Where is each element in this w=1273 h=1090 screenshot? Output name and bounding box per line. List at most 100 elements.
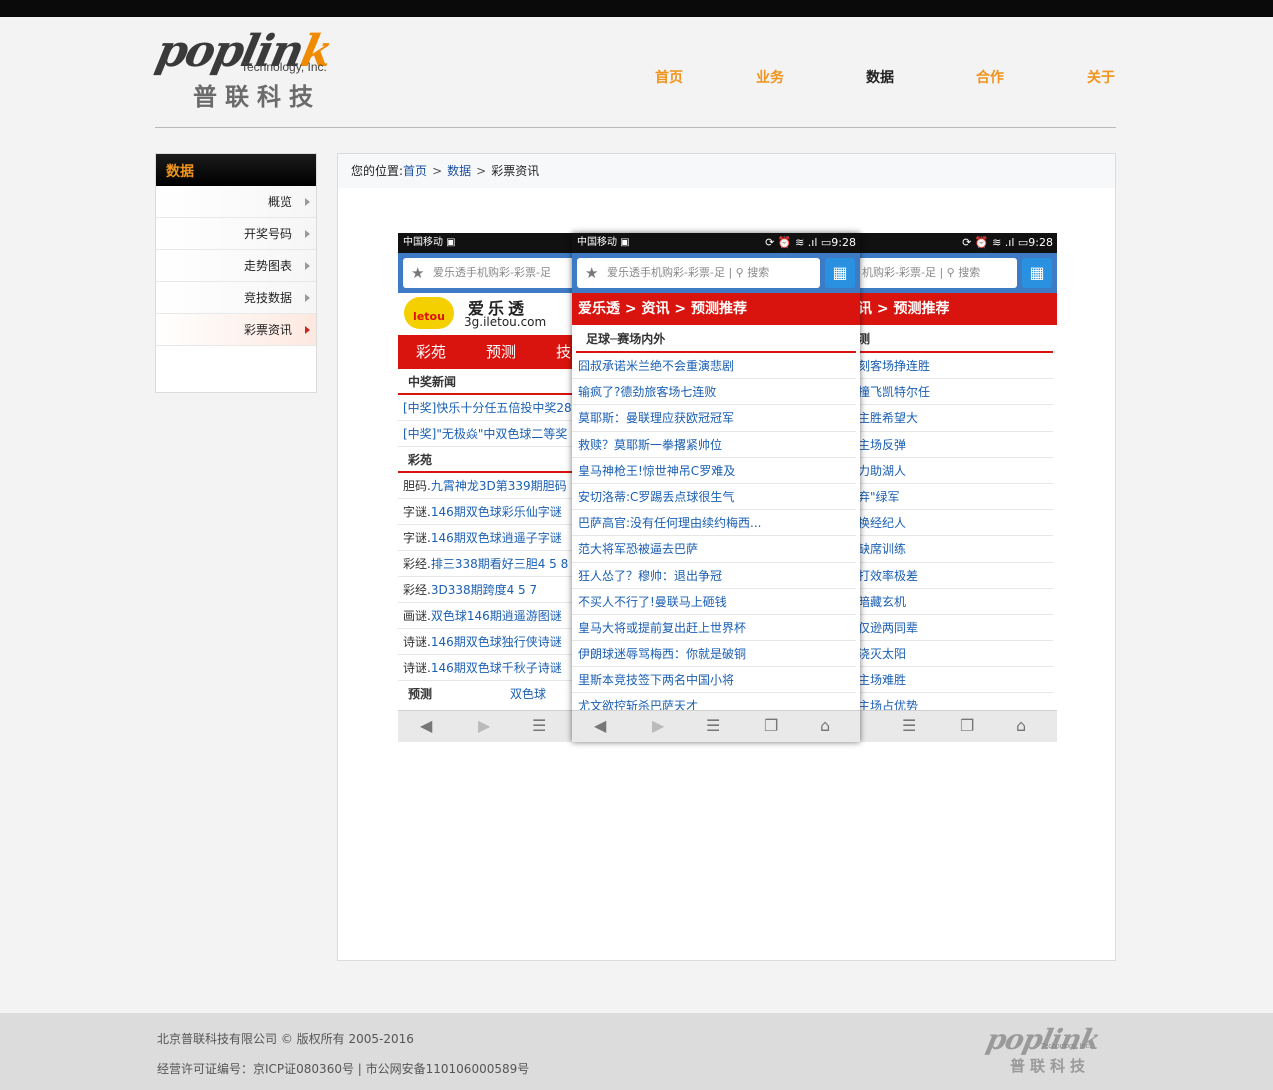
list-item: 范大将军恐被逼去巴萨 bbox=[572, 536, 856, 563]
browser-toolbar: ◀ ▶ ☰ ❐ ⌂ bbox=[572, 710, 860, 742]
tabs-icon: ❐ bbox=[960, 716, 975, 735]
url-bar: ★ 爱乐透手机购彩-彩票-足 | ⚲ 搜索 ▦ bbox=[572, 253, 860, 293]
list-item: 巴萨高官:没有任何理由续约梅西... bbox=[572, 510, 856, 537]
sidebar-item-label: 彩票资讯 bbox=[243, 323, 292, 337]
list-item: [中奖]"无极焱"中双色球二等奖 bbox=[398, 421, 574, 447]
list-item: 狂人怂了？穆帅：退出争冠 bbox=[572, 563, 856, 589]
list-item: 伊朗球迷辱骂梅西：你就是破铜 bbox=[572, 641, 856, 668]
list-item: 皇马神枪王!惊世神吊C罗难及 bbox=[572, 458, 856, 484]
arrow-right-icon bbox=[305, 326, 310, 334]
breadcrumb-home[interactable]: 首页 bbox=[403, 164, 427, 178]
breadcrumb-section[interactable]: 数据 bbox=[447, 164, 471, 178]
footer-copyright: 北京普联科技有限公司 © 版权所有 2005-2016 bbox=[157, 1032, 414, 1046]
list-item: 换经纪人 bbox=[858, 510, 1053, 537]
arrow-right-icon bbox=[305, 294, 310, 302]
phone-screen-home: 中国移动 ▣ ★ 爱乐透手机购彩-彩票-足 letou 爱乐透 3g.iletou… bbox=[398, 233, 574, 742]
list-item: 囧叔承诺米兰绝不会重演悲剧 bbox=[572, 353, 856, 380]
list-item: 主场难胜 bbox=[858, 667, 1053, 694]
status-icons: ⟳ ⏰ ≋ .ıl ▭9:28 bbox=[765, 236, 856, 249]
forward-icon: ▶ bbox=[652, 716, 665, 735]
list-item: 胆码.九霄神龙3D第339期胆码 bbox=[398, 473, 574, 499]
nav-home[interactable]: 首页 bbox=[655, 67, 683, 87]
star-icon: ★ bbox=[411, 264, 425, 282]
sidebar-title: 数据 bbox=[156, 154, 316, 186]
red-title-bar: 爱乐透 > 资讯 > 预测推荐 bbox=[572, 293, 860, 325]
nav-data[interactable]: 数据 bbox=[866, 67, 894, 87]
carrier-label: 中国移动 bbox=[403, 237, 443, 248]
arrow-right-icon bbox=[305, 230, 310, 238]
menu-icon: ☰ bbox=[706, 716, 721, 735]
news-list: 囧叔承诺米兰绝不会重演悲剧 输疯了?德劲旅客场七连败 莫耶斯：曼联理应获欧冠冠军… bbox=[572, 353, 860, 720]
list-item: 彩经.3D338期跨度4 5 7 bbox=[398, 577, 574, 603]
list-item: 画谜.双色球146期逍遥游图谜 bbox=[398, 603, 574, 629]
home-icon: ⌂ bbox=[1016, 716, 1027, 735]
footer-logo-subtitle: Technology, Inc. bbox=[1041, 1043, 1092, 1050]
sidebar-item-overview[interactable]: 概览 bbox=[156, 186, 316, 218]
grid-icon: ▦ bbox=[1022, 258, 1052, 288]
letou-url: 3g.iletou.com bbox=[464, 315, 547, 329]
list-item: 主胜希望大 bbox=[858, 405, 1053, 432]
list-item: 仅逊两同辈 bbox=[858, 615, 1053, 642]
main-nav: 首页 业务 数据 合作 关于 bbox=[0, 67, 1273, 87]
footer-logo-wordmark: poplink bbox=[983, 1023, 1103, 1056]
tab-yuce: 预测 bbox=[486, 343, 517, 361]
breadcrumb-current: 彩票资讯 bbox=[491, 164, 540, 178]
sidebar-item-label: 竞技数据 bbox=[243, 291, 292, 305]
browser-toolbar: ☰ ❐ ⌂ bbox=[858, 710, 1057, 742]
sidebar-item-label: 概览 bbox=[267, 195, 292, 209]
list-item: 缺席训练 bbox=[858, 536, 1053, 563]
list-item: 浇灭太阳 bbox=[858, 641, 1053, 668]
phone-screen-basketball: ⟳ ⏰ ≋ .ıl ▭9:28 机购彩-彩票-足 | ⚲ 搜索 ▦ 讯 > 预测… bbox=[858, 233, 1057, 742]
menu-icon: ☰ bbox=[532, 716, 547, 735]
status-bar: ⟳ ⏰ ≋ .ıl ▭9:28 bbox=[858, 233, 1057, 253]
grid-icon: ▦ bbox=[825, 258, 855, 288]
yuce-block-title: 预测 双色球 bbox=[408, 687, 547, 701]
section-title: 测 bbox=[858, 325, 1053, 353]
footer-logo-cn: 普联科技 bbox=[1010, 1057, 1091, 1075]
menu-icon: ☰ bbox=[902, 716, 917, 735]
list-item: 诗谜.146期双色球千秋子诗谜 bbox=[398, 655, 574, 681]
list-item: 不买人不行了!曼联马上砸钱 bbox=[572, 589, 856, 615]
status-icons: ⟳ ⏰ ≋ .ıl ▭9:28 bbox=[962, 236, 1053, 249]
nav-about[interactable]: 关于 bbox=[1087, 67, 1115, 87]
top-bar bbox=[0, 0, 1273, 17]
status-bar: 中国移动 ▣ ⟳ ⏰ ≋ .ıl ▭9:28 bbox=[572, 233, 860, 253]
back-icon: ◀ bbox=[420, 716, 433, 735]
caiyuan-block-title: 彩苑 bbox=[398, 447, 574, 473]
url-box: ★ 爱乐透手机购彩-彩票-足 bbox=[403, 258, 574, 288]
list-item: 字谜.146期双色球彩乐仙字谜 bbox=[398, 499, 574, 525]
sidebar-item-lottery-news[interactable]: 彩票资讯 bbox=[156, 314, 316, 346]
list-item: 打效率极差 bbox=[858, 563, 1053, 589]
list-item: [中奖]快乐十分任五倍投中奖28 bbox=[398, 395, 574, 421]
arrow-right-icon bbox=[305, 198, 310, 206]
list-item: 主场反弹 bbox=[858, 432, 1053, 458]
list-item: 救赎？莫耶斯一拳撂紧帅位 bbox=[572, 432, 856, 458]
sidebar-item-label: 开奖号码 bbox=[243, 227, 292, 241]
url-box: 机购彩-彩票-足 | ⚲ 搜索 bbox=[858, 258, 1017, 288]
nav-business[interactable]: 业务 bbox=[756, 67, 784, 87]
sidebar-item-draw-numbers[interactable]: 开奖号码 bbox=[156, 218, 316, 250]
list-item: 输疯了?德劲旅客场七连败 bbox=[572, 379, 856, 406]
star-icon: ★ bbox=[585, 264, 599, 282]
status-bar: 中国移动 ▣ bbox=[398, 233, 574, 253]
content-panel: 您的位置:首页 > 数据 > 彩票资讯 中国移动 ▣ ★ 爱乐透手机购彩-彩票-足 let… bbox=[337, 153, 1116, 961]
list-item: 安切洛蒂:C罗踢丢点球很生气 bbox=[572, 484, 856, 511]
sidebar-item-sports-data[interactable]: 竞技数据 bbox=[156, 282, 316, 314]
list-item: 撞飞凯特尔任 bbox=[858, 379, 1053, 406]
news-block-title: 中奖新闻 bbox=[398, 369, 574, 395]
breadcrumb-sep: > bbox=[476, 164, 487, 178]
forward-icon: ▶ bbox=[478, 716, 491, 735]
list-item: 诗谜.146期双色球独行侠诗谜 bbox=[398, 629, 574, 655]
sidebar-item-trend-charts[interactable]: 走势图表 bbox=[156, 250, 316, 282]
news-list: 刻客场挣连胜 撞飞凯特尔任 主胜希望大 主场反弹 力助湖人 弃"绿军 换经纪人 … bbox=[858, 353, 1057, 720]
nav-cooperation[interactable]: 合作 bbox=[976, 67, 1004, 87]
browser-toolbar: ◀ ▶ ☰ bbox=[398, 710, 574, 742]
letou-header: letou 爱乐透 3g.iletou.com bbox=[398, 293, 574, 335]
list-item: 刻客场挣连胜 bbox=[858, 353, 1053, 380]
url-bar: ★ 爱乐透手机购彩-彩票-足 bbox=[398, 253, 574, 293]
url-text: 爱乐透手机购彩-彩票-足 bbox=[433, 266, 551, 279]
sidebar-item-label: 走势图表 bbox=[243, 259, 292, 273]
url-box: ★ 爱乐透手机购彩-彩票-足 | ⚲ 搜索 bbox=[577, 258, 820, 288]
list-item: 字谜.146期双色球逍遥子字谜 bbox=[398, 525, 574, 551]
back-icon: ◀ bbox=[594, 716, 607, 735]
